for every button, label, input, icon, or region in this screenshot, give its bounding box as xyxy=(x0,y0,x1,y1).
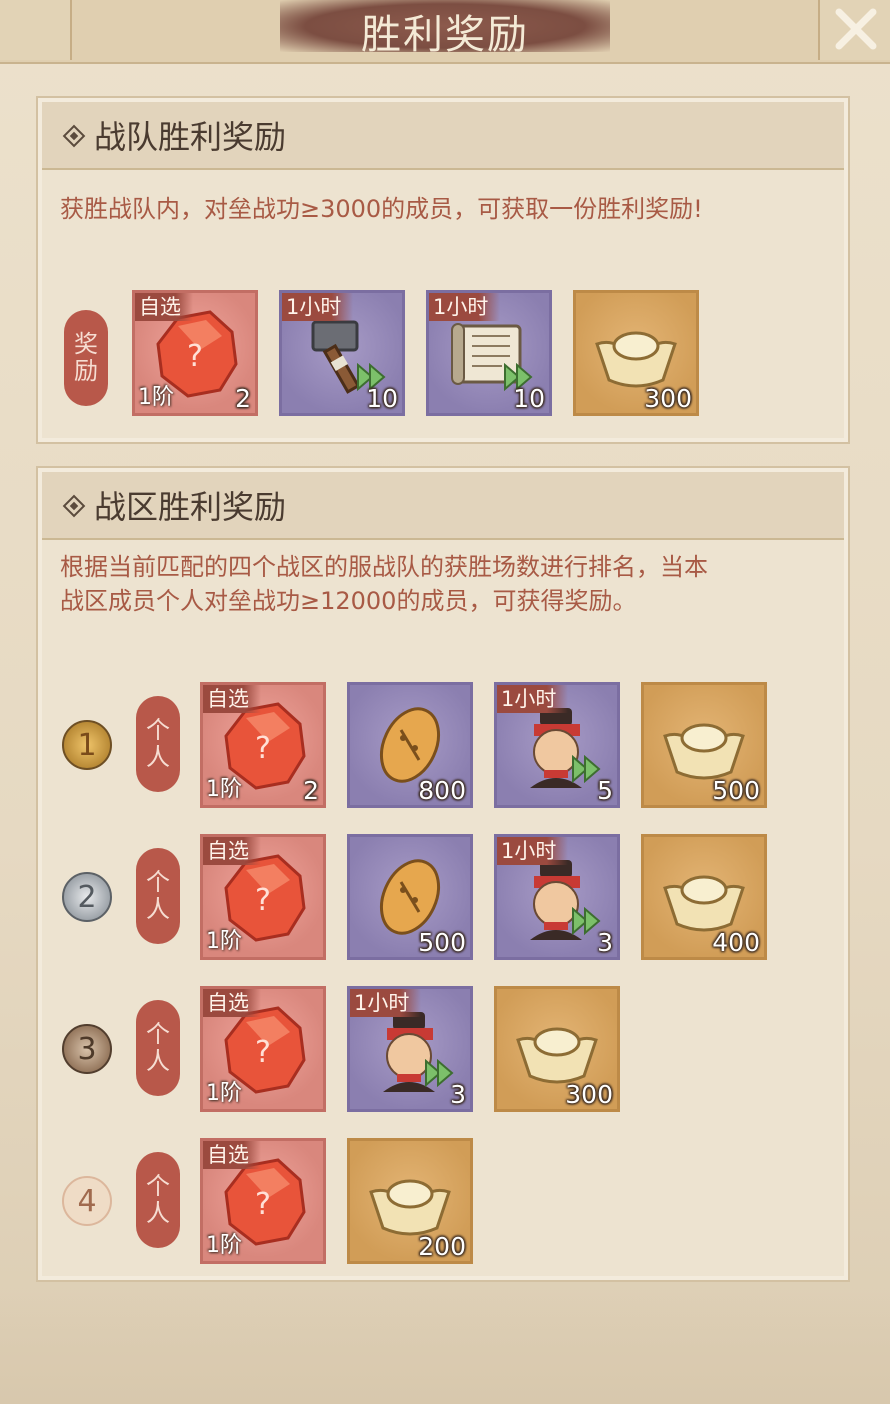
zone-description-line-1: 根据当前匹配的四个战区的服战队的获胜场数进行排名，当本 xyxy=(60,553,708,581)
rank-1-reward-3-item[interactable]: 1小时 5 xyxy=(494,682,620,808)
rank-2-badge: 2 xyxy=(62,872,112,922)
rank-1-reward-2-item[interactable]: 800 xyxy=(347,682,473,808)
item-tier-label: 1阶 xyxy=(206,777,242,802)
rank-3-badge: 3 xyxy=(62,1024,112,1074)
rank-1-reward-1-item[interactable]: ? 自选 1阶 2 xyxy=(200,682,326,808)
svg-text:?: ? xyxy=(187,339,203,374)
seal-character: 人 xyxy=(146,1199,170,1227)
reward-seal: 个人 xyxy=(136,696,180,792)
item-tag-label: 自选 xyxy=(135,293,193,321)
reward-seal: 个人 xyxy=(136,1152,180,1248)
item-tag-label: 自选 xyxy=(203,1141,261,1169)
item-tier-label: 1阶 xyxy=(206,1233,242,1258)
team-rewards-panel: 战队胜利奖励 获胜战队内，对垒战功≥3000的成员，可获取一份胜利奖励! 奖励?… xyxy=(36,96,850,444)
item-count: 3 xyxy=(597,928,613,957)
item-tag-label: 1小时 xyxy=(282,293,354,321)
svg-text:?: ? xyxy=(255,1035,271,1070)
seal-character: 励 xyxy=(74,357,98,385)
svg-text:?: ? xyxy=(255,731,271,766)
zone-rewards-panel: 战区胜利奖励 根据当前匹配的四个战区的服战队的获胜场数进行排名，当本 战区成员个… xyxy=(36,466,850,1282)
rank-3-reward-3-item[interactable]: 300 xyxy=(494,986,620,1112)
rank-1-reward-4-item[interactable]: 500 xyxy=(641,682,767,808)
reward-seal: 个人 xyxy=(136,1000,180,1096)
team-reward-2-item[interactable]: 1小时 10 xyxy=(279,290,405,416)
zone-rewards-header: 战区胜利奖励 xyxy=(42,472,844,540)
rank-3-reward-1-item[interactable]: ? 自选 1阶 xyxy=(200,986,326,1112)
rank-2-reward-4-item[interactable]: 400 xyxy=(641,834,767,960)
team-rewards-header: 战队胜利奖励 xyxy=(42,102,844,170)
background-building-decoration xyxy=(0,1290,890,1404)
item-tag-label: 1小时 xyxy=(429,293,501,321)
team-reward-1-item[interactable]: ? 自选 1阶 2 xyxy=(132,290,258,416)
rank-3-reward-2-item[interactable]: 1小时 3 xyxy=(347,986,473,1112)
item-count: 800 xyxy=(418,776,466,805)
seal-character: 人 xyxy=(146,743,170,771)
item-count: 300 xyxy=(565,1080,613,1109)
rank-2-reward-3-item[interactable]: 1小时 3 xyxy=(494,834,620,960)
team-rewards-title: 战队胜利奖励 xyxy=(94,118,287,156)
seal-character: 人 xyxy=(146,895,170,923)
close-icon xyxy=(835,8,877,50)
item-tag-label: 1小时 xyxy=(350,989,422,1017)
diamond-icon xyxy=(62,124,86,148)
zone-description-line-2: 战区成员个人对垒战功≥12000的成员，可获得奖励。 xyxy=(60,587,637,615)
item-count: 300 xyxy=(644,384,692,413)
team-rewards-description: 获胜战队内，对垒战功≥3000的成员，可获取一份胜利奖励! xyxy=(60,195,703,223)
item-count: 2 xyxy=(235,384,251,413)
team-reward-4-item[interactable]: 300 xyxy=(573,290,699,416)
item-tag-label: 自选 xyxy=(203,989,261,1017)
rank-2-reward-1-item[interactable]: ? 自选 1阶 xyxy=(200,834,326,960)
item-count: 3 xyxy=(450,1080,466,1109)
title-bar-left-ornament xyxy=(0,0,72,60)
rank-1-badge: 1 xyxy=(62,720,112,770)
zone-rewards-title: 战区胜利奖励 xyxy=(94,488,287,526)
close-button[interactable] xyxy=(822,0,890,58)
rank-2-reward-2-item[interactable]: 500 xyxy=(347,834,473,960)
seal-character: 个 xyxy=(146,868,170,896)
seal-character: 个 xyxy=(146,1172,170,1200)
item-count: 500 xyxy=(712,776,760,805)
item-tag-label: 1小时 xyxy=(497,837,569,865)
reward-seal: 奖励 xyxy=(64,310,108,406)
rank-4-reward-2-item[interactable]: 200 xyxy=(347,1138,473,1264)
item-tag-label: 自选 xyxy=(203,837,261,865)
item-count: 500 xyxy=(418,928,466,957)
item-count: 200 xyxy=(418,1232,466,1261)
victory-rewards-window: 胜利奖励 战队胜利奖励 获胜战队内，对垒战功≥3000的成员，可获取一份胜利奖励… xyxy=(0,0,890,1404)
window-title: 胜利奖励 xyxy=(361,12,529,58)
item-count: 10 xyxy=(366,384,398,413)
seal-character: 奖 xyxy=(74,330,98,358)
item-tag-label: 自选 xyxy=(203,685,261,713)
item-count: 400 xyxy=(712,928,760,957)
reward-seal: 个人 xyxy=(136,848,180,944)
seal-character: 个 xyxy=(146,1020,170,1048)
item-count: 2 xyxy=(303,776,319,805)
svg-text:?: ? xyxy=(255,883,271,918)
title-plate: 胜利奖励 xyxy=(280,0,610,58)
item-tier-label: 1阶 xyxy=(206,929,242,954)
svg-text:?: ? xyxy=(255,1187,271,1222)
seal-character: 个 xyxy=(146,716,170,744)
rank-4-badge: 4 xyxy=(62,1176,112,1226)
zone-rewards-description: 根据当前匹配的四个战区的服战队的获胜场数进行排名，当本 战区成员个人对垒战功≥1… xyxy=(60,550,708,618)
diamond-icon xyxy=(62,494,86,518)
item-count: 5 xyxy=(597,776,613,805)
item-count: 10 xyxy=(513,384,545,413)
item-tier-label: 1阶 xyxy=(206,1081,242,1106)
rank-4-reward-1-item[interactable]: ? 自选 1阶 xyxy=(200,1138,326,1264)
team-reward-3-item[interactable]: 1小时 10 xyxy=(426,290,552,416)
item-tier-label: 1阶 xyxy=(138,385,174,410)
item-tag-label: 1小时 xyxy=(497,685,569,713)
title-bar: 胜利奖励 xyxy=(0,0,890,64)
seal-character: 人 xyxy=(146,1047,170,1075)
